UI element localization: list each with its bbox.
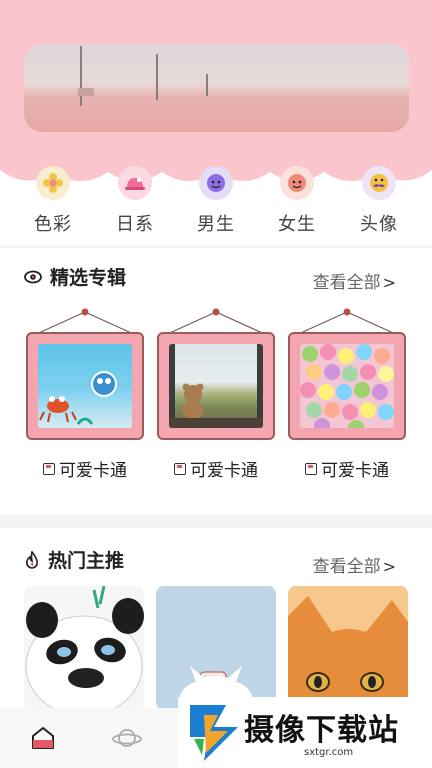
category-label: 男生 (197, 214, 235, 235)
banner-pole (156, 54, 158, 100)
category-color[interactable]: 色彩 (21, 166, 85, 242)
album-caption-3[interactable]: 可爱卡通 (286, 456, 408, 481)
category-japanese[interactable]: 日系 (103, 166, 167, 242)
banner-pole (206, 74, 208, 96)
view-all-label: 查看全部 (312, 273, 381, 293)
featured-header: 精选专辑 (24, 263, 126, 290)
chevron-right-icon: > (382, 557, 396, 576)
category-label: 女生 (278, 214, 316, 235)
white-cat-image (156, 586, 276, 710)
mustache-face-icon (362, 166, 396, 200)
album-card-1[interactable] (24, 308, 146, 444)
category-label: 头像 (360, 214, 398, 235)
album-caption-text: 可爱卡通 (190, 461, 258, 481)
home-icon (32, 727, 54, 749)
album-image-underwater (38, 344, 132, 428)
banner-pole (80, 46, 82, 106)
category-row: 色彩 日系 男生 女生 头像 (0, 166, 432, 242)
nav-discover[interactable] (109, 720, 145, 756)
category-label: 日系 (116, 214, 154, 235)
flower-icon (36, 166, 70, 200)
hot-card-panda[interactable] (24, 586, 144, 710)
kitten-image (288, 586, 408, 710)
watermark-logo-icon (190, 705, 238, 761)
album-caption-text: 可爱卡通 (321, 461, 389, 481)
nav-home[interactable] (25, 720, 61, 756)
album-icon (174, 463, 186, 475)
chevron-right-icon: > (382, 273, 396, 292)
hot-header: 热门主推 (24, 546, 124, 573)
album-icon (305, 463, 317, 475)
featured-title: 精选专辑 (50, 267, 127, 289)
album-caption-text: 可爱卡通 (59, 461, 127, 481)
panda-image (24, 586, 144, 710)
frame-border (288, 332, 406, 440)
hot-title: 热门主推 (48, 550, 125, 572)
album-card-2[interactable] (155, 308, 277, 444)
watermark-url: sxtgr.com (304, 747, 354, 758)
album-caption-2[interactable]: 可爱卡通 (155, 456, 277, 481)
banner-house (78, 88, 94, 96)
frame-border (157, 332, 275, 440)
hot-card-cat[interactable] (156, 586, 276, 710)
home-banner[interactable] (24, 44, 409, 132)
category-girls[interactable]: 女生 (265, 166, 329, 242)
planet-icon (112, 729, 142, 747)
album-card-3[interactable] (286, 308, 408, 444)
boy-face-icon (199, 166, 233, 200)
featured-view-all[interactable]: 查看全部 > (313, 268, 396, 293)
hot-card-kitten[interactable] (288, 586, 408, 710)
category-label: 色彩 (34, 214, 72, 235)
album-icon (43, 463, 55, 475)
girl-face-icon (280, 166, 314, 200)
watermark-text: 摄像下载站 (244, 713, 399, 748)
frame-border (26, 332, 144, 440)
hot-view-all[interactable]: 查看全部 > (313, 552, 396, 577)
view-all-label: 查看全部 (312, 557, 381, 577)
category-avatar[interactable]: 头像 (347, 166, 411, 242)
flame-icon (26, 550, 38, 569)
category-boys[interactable]: 男生 (184, 166, 248, 242)
album-image-candy (300, 344, 394, 428)
watermark: 摄像下载站 sxtgr.com (178, 697, 432, 768)
album-image-teddy (169, 344, 263, 428)
hat-icon (118, 166, 152, 200)
eye-icon (24, 270, 42, 283)
album-caption-1[interactable]: 可爱卡通 (24, 456, 146, 481)
